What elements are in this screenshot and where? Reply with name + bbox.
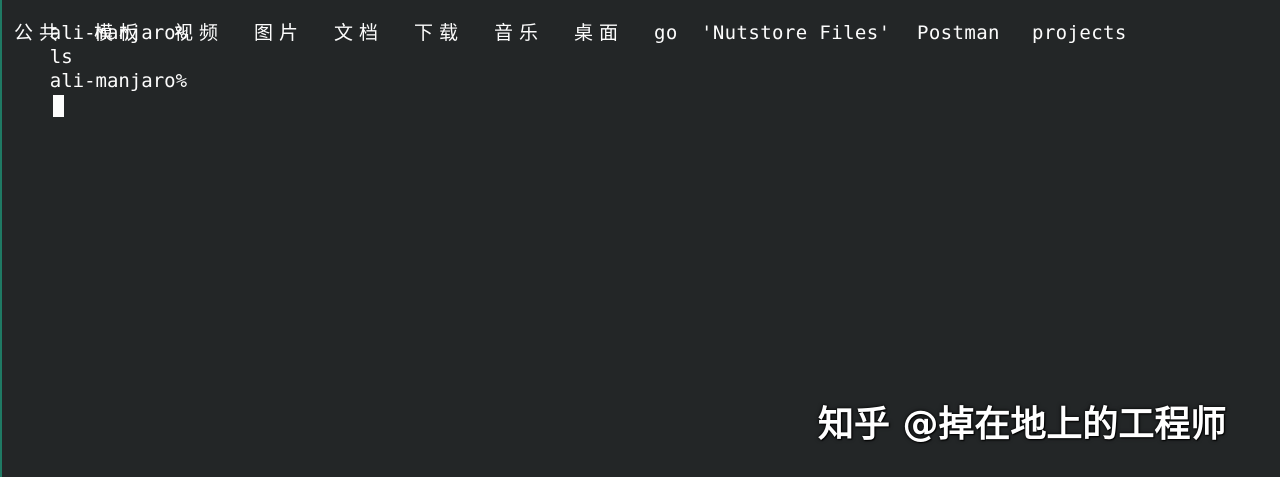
ls-output-line: 公共 模板 视频 图片 文档 下载 音乐 桌面 go 'Nutstore Fil…: [4, 21, 1126, 45]
terminal-prompt-2: ali-manjaro%: [49, 70, 188, 92]
terminal-line-3: ali-manjaro%: [4, 45, 187, 117]
ls-item-public: 公共: [14, 22, 65, 44]
block-cursor-icon: [52, 95, 64, 117]
ls-item-postman: Postman: [917, 22, 1000, 44]
ls-item-templates: 模板: [94, 22, 145, 44]
zhihu-watermark: 知乎 @掉在地上的工程师: [818, 404, 1227, 445]
ls-item-projects: projects: [1032, 22, 1127, 44]
ls-item-videos: 视频: [174, 22, 225, 44]
ls-item-nutstore-files: 'Nutstore Files': [701, 22, 891, 44]
ls-item-documents: 文档: [334, 22, 385, 44]
ls-item-desktop: 桌面: [574, 22, 625, 44]
ls-item-music: 音乐: [494, 22, 545, 44]
ls-item-downloads: 下载: [414, 22, 465, 44]
terminal-left-edge: [0, 0, 2, 477]
ls-item-go: go: [654, 22, 678, 44]
terminal-line-1: ali-manjaro% ls: [4, 0, 187, 68]
ls-item-pictures: 图片: [254, 22, 305, 44]
